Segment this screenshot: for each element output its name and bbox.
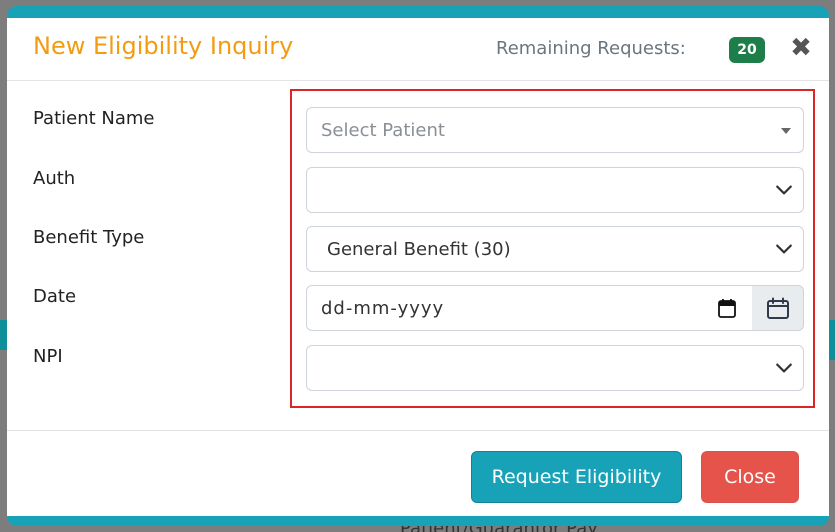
calendar-picker-icon[interactable] [718, 298, 736, 318]
backdrop-table-header-right [828, 320, 835, 360]
remaining-requests-label: Remaining Requests: [496, 38, 686, 59]
patient-select[interactable]: Select Patient [306, 107, 804, 153]
calendar-addon-button[interactable] [752, 285, 804, 331]
auth-label: Auth [33, 168, 76, 189]
date-input-placeholder: dd-mm-yyyy [321, 298, 445, 319]
request-eligibility-button[interactable]: Request Eligibility [471, 451, 682, 503]
date-label: Date [33, 286, 77, 307]
calendar-icon [767, 297, 789, 319]
modal-footer-divider [7, 430, 829, 431]
modal-title: New Eligibility Inquiry [33, 32, 294, 60]
auth-select[interactable] [306, 167, 804, 213]
chevron-down-icon [776, 363, 792, 373]
modal-header: New Eligibility Inquiry Remaining Reques… [7, 18, 829, 81]
npi-select[interactable] [306, 345, 804, 391]
close-button[interactable]: Close [701, 451, 799, 503]
caret-down-icon [781, 128, 791, 134]
benefit-type-label: Benefit Type [33, 227, 145, 248]
patient-select-placeholder: Select Patient [321, 120, 445, 141]
close-icon[interactable]: ✖ [788, 33, 814, 63]
benefit-type-select[interactable]: General Benefit (30) [306, 226, 804, 272]
remaining-requests-badge: 20 [729, 37, 765, 63]
date-input[interactable]: dd-mm-yyyy [306, 285, 753, 331]
patient-name-label: Patient Name [33, 108, 155, 129]
chevron-down-icon [776, 244, 792, 254]
chevron-down-icon [776, 185, 792, 195]
eligibility-inquiry-modal: New Eligibility Inquiry Remaining Reques… [7, 6, 829, 526]
benefit-type-value: General Benefit (30) [327, 239, 511, 260]
npi-label: NPI [33, 346, 63, 367]
